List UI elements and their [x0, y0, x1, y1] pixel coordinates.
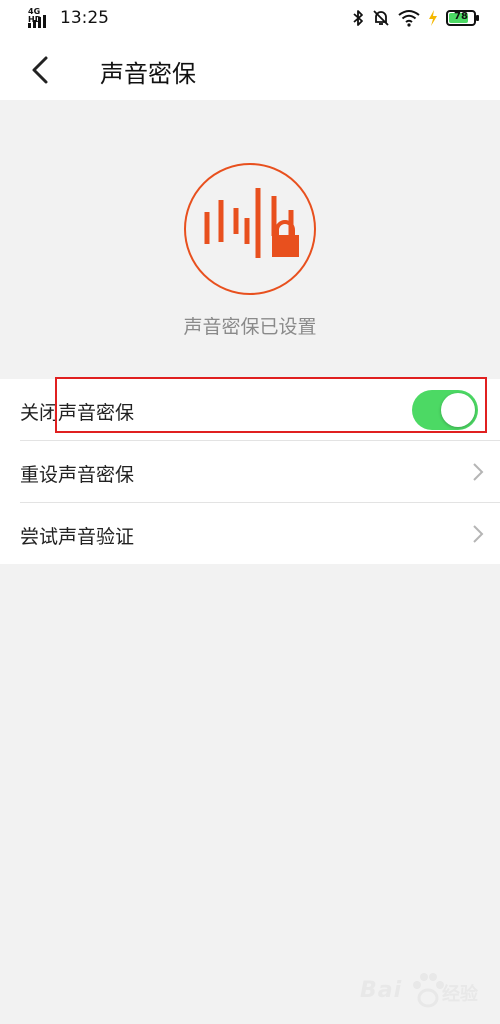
signal-icon: 4G HD	[28, 8, 50, 28]
paw-icon	[413, 973, 444, 1008]
wifi-icon	[398, 10, 420, 27]
status-bar-right: 78	[352, 9, 479, 27]
back-button[interactable]	[22, 50, 62, 90]
voice-lock-icon	[184, 163, 316, 295]
status-bar: 4G HD 13:25 78	[0, 0, 500, 40]
status-bar-left: 4G HD 13:25	[28, 8, 109, 28]
watermark-brand: Bai	[360, 978, 403, 1003]
highlight-annotation	[55, 377, 487, 433]
row-label: 尝试声音验证	[20, 526, 135, 548]
status-time: 13:25	[60, 8, 109, 28]
reset-voice-protection-row[interactable]: 重设声音密保	[0, 441, 500, 502]
chevron-right-icon	[473, 525, 484, 543]
watermark-suffix: 经验	[442, 984, 478, 1005]
bluetooth-icon	[353, 10, 363, 26]
battery-icon: 78	[446, 10, 479, 26]
hero-section: 声音密保已设置	[0, 100, 500, 378]
baidu-jingyan-watermark: Bai 经验	[360, 968, 480, 1014]
battery-level: 78	[454, 11, 468, 22]
charging-icon	[429, 10, 437, 26]
chevron-left-icon	[32, 56, 48, 84]
chevron-right-icon	[473, 463, 484, 481]
try-voice-verification-row[interactable]: 尝试声音验证	[0, 503, 500, 564]
page-title: 声音密保	[100, 60, 196, 88]
row-label: 重设声音密保	[20, 464, 135, 486]
mute-icon	[373, 10, 389, 26]
app-bar: 声音密保	[0, 40, 500, 100]
status-text: 声音密保已设置	[183, 316, 317, 338]
